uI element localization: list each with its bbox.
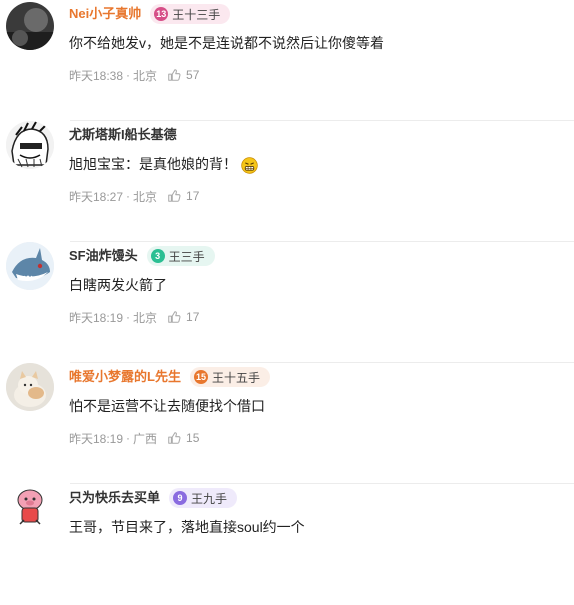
comment-text: 白瞎两发火箭了	[69, 277, 167, 293]
level-badge[interactable]: 3 王三手	[146, 246, 215, 266]
comment-text: 怕不是运营不让去随便找个借口	[69, 398, 265, 414]
level-label: 王九手	[191, 491, 228, 506]
like-count: 17	[186, 189, 200, 203]
comment-item: SF油炸馒头 3 王三手 白瞎两发火箭了 昨天18:19 · 北京 17	[0, 242, 574, 363]
comment-location: 北京	[133, 68, 158, 83]
dark-photo-avatar	[6, 2, 54, 50]
username[interactable]: 只为快乐去买单	[69, 487, 160, 509]
comment-time: 昨天18:19	[69, 431, 124, 446]
username[interactable]: 唯爱小梦露的L先生	[69, 366, 181, 388]
user-avatar[interactable]	[6, 363, 54, 411]
level-number: 13	[154, 7, 169, 21]
comment-text: 你不给她发v，她是不是连说都不说然后让你傻等着	[69, 35, 384, 51]
user-avatar[interactable]	[6, 484, 54, 532]
level-label: 王十三手	[172, 7, 221, 22]
comment-meta: 昨天18:38 · 北京 57	[69, 66, 199, 84]
cat-photo-avatar	[6, 363, 54, 411]
comment-location: 北京	[133, 310, 158, 325]
level-badge[interactable]: 9 王九手	[169, 488, 238, 508]
thumbs-up-icon	[168, 311, 181, 323]
comment-list: Nei小子真帅 13 王十三手 你不给她发v，她是不是连说都不说然后让你傻等着 …	[0, 0, 574, 539]
level-label: 王十五手	[211, 370, 260, 385]
user-avatar[interactable]	[6, 242, 54, 290]
comment-text: 旭旭宝宝：是真他娘的背！	[69, 154, 258, 174]
grimace-emoji-icon	[241, 157, 258, 174]
level-number: 15	[193, 370, 208, 384]
like-button[interactable]: 57	[167, 68, 199, 82]
like-count: 15	[186, 431, 200, 445]
comment-location: 广西	[133, 431, 158, 446]
like-button[interactable]: 15	[167, 431, 199, 445]
like-count: 57	[186, 68, 200, 82]
comment-time: 昨天18:27	[69, 189, 124, 204]
comment-location: 北京	[133, 189, 158, 204]
separator-dot: ·	[126, 310, 131, 324]
level-number: 3	[150, 249, 165, 263]
manga-sketch-avatar	[6, 121, 54, 169]
comment-text: 王哥，节目来了，落地直接soul约一个	[69, 519, 305, 535]
level-badge[interactable]: 13 王十三手	[150, 4, 231, 24]
comment-time: 昨天18:19	[69, 310, 124, 325]
comment-meta: 昨天18:19 · 北京 17	[69, 308, 199, 326]
separator-dot: ·	[126, 68, 131, 82]
thumbs-up-icon	[168, 190, 181, 202]
username[interactable]: 尤斯塔斯I船长基德	[69, 124, 177, 146]
shark-cartoon-avatar	[6, 242, 54, 290]
like-button[interactable]: 17	[167, 310, 199, 324]
separator-dot: ·	[126, 431, 131, 445]
thumbs-up-icon	[168, 69, 181, 81]
comment-text-body: 旭旭宝宝：是真他娘的背！	[69, 156, 237, 172]
like-count: 17	[186, 310, 200, 324]
thumbs-up-icon	[168, 432, 181, 444]
comment-meta: 昨天18:27 · 北京 17	[69, 187, 199, 205]
comment-item: Nei小子真帅 13 王十三手 你不给她发v，她是不是连说都不说然后让你傻等着 …	[0, 0, 574, 121]
separator-dot: ·	[126, 189, 131, 203]
username[interactable]: SF油炸馒头	[69, 245, 138, 267]
comment-item: 尤斯塔斯I船长基德 旭旭宝宝：是真他娘的背！ 昨天18:27 · 北京 17	[0, 121, 574, 242]
comment-item: 唯爱小梦露的L先生 15 王十五手 怕不是运营不让去随便找个借口 昨天18:19…	[0, 363, 574, 484]
user-avatar[interactable]	[6, 121, 54, 169]
comment-meta: 昨天18:19 · 广西 15	[69, 429, 199, 447]
pink-cartoon-avatar	[6, 484, 54, 532]
level-number: 9	[173, 491, 188, 505]
like-button[interactable]: 17	[167, 189, 199, 203]
username[interactable]: Nei小子真帅	[69, 3, 141, 25]
comment-time: 昨天18:38	[69, 68, 124, 83]
comment-item: 只为快乐去买单 9 王九手 王哥，节目来了，落地直接soul约一个	[0, 484, 574, 605]
level-label: 王三手	[168, 249, 205, 264]
user-avatar[interactable]	[6, 2, 54, 50]
level-badge[interactable]: 15 王十五手	[189, 367, 270, 387]
